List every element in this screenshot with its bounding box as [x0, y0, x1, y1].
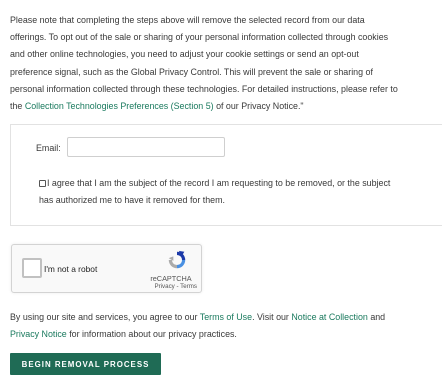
collection-technologies-link[interactable]: Collection Technologies Preferences (Sec…: [25, 101, 214, 111]
begin-removal-button[interactable]: Begin Removal Process: [10, 353, 161, 375]
footer-text-part1: By using our site and services, you agre…: [10, 312, 198, 322]
notice-line6-prefix: the: [10, 100, 23, 111]
footer-text-part3: and: [370, 312, 386, 322]
consent-checkbox-row[interactable]: I agree that I am the subject of the rec…: [39, 175, 442, 209]
consent-text-line2: has authorized me to have it removed for…: [39, 195, 225, 205]
recaptcha-footer-links: Privacy - Terms: [154, 283, 197, 290]
recaptcha-privacy-link[interactable]: Privacy: [154, 283, 174, 290]
recaptcha-widget: I'm not a robot reCAPTCHA Privacy - Term…: [11, 244, 202, 293]
notice-line: and other online technologies, you need …: [10, 49, 359, 60]
terms-footer-paragraph: By using our site and services, you agre…: [10, 309, 440, 343]
consent-text-line1: I agree that I am the subject of the rec…: [47, 178, 391, 188]
recaptcha-logo-icon: [168, 250, 186, 269]
notice-line: the Collection Technologies Preferences …: [10, 98, 442, 115]
notice-at-collection-link[interactable]: Notice at Collection: [291, 312, 367, 322]
notice-line: personal information collected through t…: [10, 83, 398, 94]
notice-line6-suffix: of our Privacy Notice.": [216, 100, 304, 111]
recaptcha-brand: reCAPTCHA: [150, 274, 192, 283]
email-field[interactable]: [67, 137, 225, 157]
footer-text-part4: for information about our privacy practi…: [69, 329, 237, 340]
recaptcha-terms-link[interactable]: Terms: [180, 283, 197, 290]
privacy-notice-link[interactable]: Privacy Notice: [10, 329, 67, 339]
privacy-notice-paragraph: Please note that completing the steps ab…: [10, 12, 442, 115]
email-label: Email:: [36, 143, 61, 153]
consent-checkbox[interactable]: [39, 180, 46, 187]
removal-form: Email: I agree that I am the subject of …: [10, 124, 442, 226]
notice-line: preference signal, such as the Global Pr…: [10, 66, 373, 77]
terms-of-use-link[interactable]: Terms of Use: [200, 312, 252, 322]
notice-line: Please note that completing the steps ab…: [10, 15, 365, 25]
notice-line: offerings. To opt out of the sale or sha…: [10, 32, 389, 43]
recaptcha-label: I'm not a robot: [44, 264, 98, 274]
recaptcha-checkbox[interactable]: [22, 258, 42, 278]
footer-text-part2: . Visit our: [252, 312, 289, 322]
